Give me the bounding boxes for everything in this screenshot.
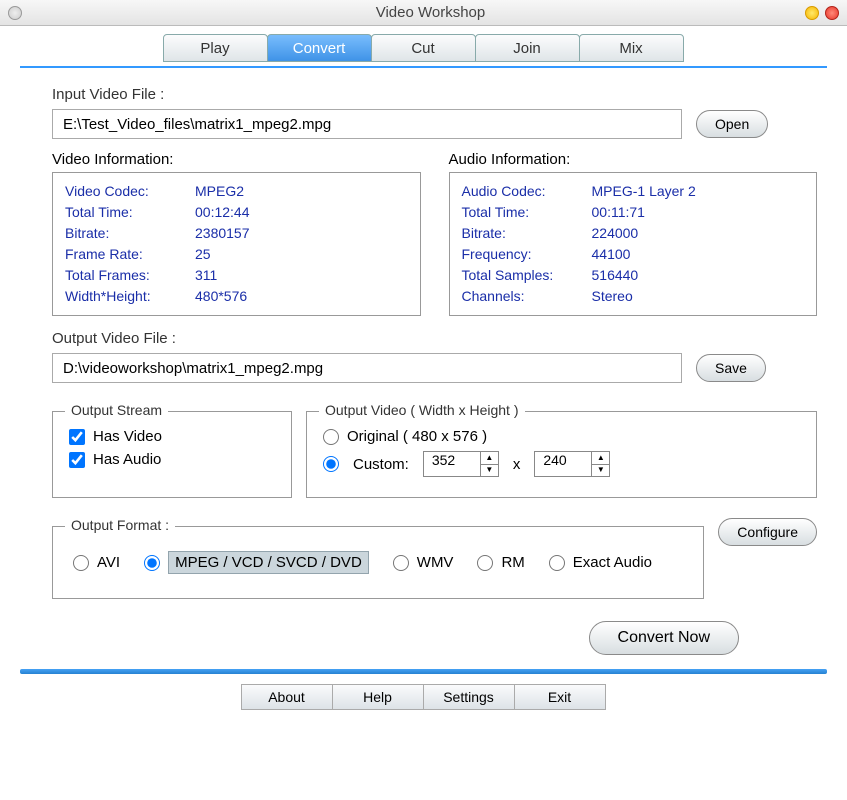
has-video-label: Has Video (93, 428, 162, 445)
vi-k2: Bitrate: (65, 223, 195, 244)
footer-buttons: About Help Settings Exit (0, 684, 847, 710)
video-info-title: Video Information: (52, 151, 421, 168)
has-video-checkbox[interactable]: Has Video (69, 428, 275, 445)
ai-v5: Stereo (592, 286, 633, 307)
vi-v2: 2380157 (195, 223, 250, 244)
width-down-icon[interactable]: ▼ (481, 465, 498, 477)
format-avi-label: AVI (97, 554, 120, 571)
vi-k5: Width*Height: (65, 286, 195, 307)
format-rm-radio[interactable]: RM (477, 554, 524, 571)
output-video-title: Output Video ( Width x Height ) (319, 402, 525, 418)
save-button[interactable]: Save (696, 354, 766, 382)
vi-v0: MPEG2 (195, 181, 244, 202)
has-audio-checkbox[interactable]: Has Audio (69, 451, 275, 468)
output-path-field[interactable] (52, 353, 682, 383)
format-mpeg-label: MPEG / VCD / SVCD / DVD (168, 551, 369, 574)
window-title: Video Workshop (22, 4, 839, 21)
ai-v1: 00:11:71 (592, 202, 645, 223)
vi-v3: 25 (195, 244, 211, 265)
output-stream-title: Output Stream (65, 402, 168, 418)
output-label: Output Video File : (52, 330, 817, 347)
audio-info-box: Audio Codec:MPEG-1 Layer 2 Total Time:00… (449, 172, 818, 316)
help-button[interactable]: Help (332, 684, 424, 710)
tab-mix[interactable]: Mix (579, 34, 684, 62)
ai-k1: Total Time: (462, 202, 592, 223)
titlebar: Video Workshop (0, 0, 847, 26)
output-format-group: Output Format : AVI MPEG / VCD / SVCD / … (52, 526, 704, 599)
ai-k2: Bitrate: (462, 223, 592, 244)
settings-button[interactable]: Settings (423, 684, 515, 710)
ai-v2: 224000 (592, 223, 639, 244)
size-original-label: Original ( 480 x 576 ) (347, 428, 487, 445)
vi-v4: 311 (195, 265, 217, 286)
about-button[interactable]: About (241, 684, 333, 710)
format-mpeg-radio[interactable]: MPEG / VCD / SVCD / DVD (144, 551, 369, 574)
format-wmv-label: WMV (417, 554, 454, 571)
convert-now-button[interactable]: Convert Now (589, 621, 739, 655)
video-info-box: Video Codec:MPEG2 Total Time:00:12:44 Bi… (52, 172, 421, 316)
ai-v3: 44100 (592, 244, 631, 265)
minimize-icon[interactable] (805, 6, 819, 20)
width-stepper[interactable]: ▲▼ (423, 451, 499, 477)
by-label: x (513, 456, 521, 473)
ai-k0: Audio Codec: (462, 181, 592, 202)
size-custom-label: Custom: (353, 456, 409, 473)
format-wmv-input[interactable] (393, 555, 409, 571)
zoom-icon[interactable] (825, 6, 839, 20)
tab-bar: Play Convert Cut Join Mix (0, 26, 847, 66)
has-video-input[interactable] (69, 429, 85, 445)
input-label: Input Video File : (52, 86, 817, 103)
output-stream-group: Output Stream Has Video Has Audio (52, 411, 292, 498)
ai-k4: Total Samples: (462, 265, 592, 286)
tab-join[interactable]: Join (475, 34, 580, 62)
size-original-radio[interactable]: Original ( 480 x 576 ) (323, 428, 800, 445)
format-rm-input[interactable] (477, 555, 493, 571)
input-path-field[interactable] (52, 109, 682, 139)
ai-v4: 516440 (592, 265, 639, 286)
ai-k3: Frequency: (462, 244, 592, 265)
width-up-icon[interactable]: ▲ (481, 452, 498, 465)
height-up-icon[interactable]: ▲ (592, 452, 609, 465)
close-icon[interactable] (8, 6, 22, 20)
height-field[interactable] (535, 452, 591, 468)
format-wmv-radio[interactable]: WMV (393, 554, 454, 571)
format-mpeg-input[interactable] (144, 555, 160, 571)
ai-k5: Channels: (462, 286, 592, 307)
height-down-icon[interactable]: ▼ (592, 465, 609, 477)
vi-k3: Frame Rate: (65, 244, 195, 265)
output-format-title: Output Format : (65, 517, 175, 533)
tab-play[interactable]: Play (163, 34, 268, 62)
vi-k1: Total Time: (65, 202, 195, 223)
exit-button[interactable]: Exit (514, 684, 606, 710)
format-exact-label: Exact Audio (573, 554, 652, 571)
format-rm-label: RM (501, 554, 524, 571)
format-exact-input[interactable] (549, 555, 565, 571)
format-exact-radio[interactable]: Exact Audio (549, 554, 652, 571)
vi-k4: Total Frames: (65, 265, 195, 286)
vi-k0: Video Codec: (65, 181, 195, 202)
size-original-input[interactable] (323, 429, 339, 445)
has-audio-input[interactable] (69, 452, 85, 468)
audio-info-title: Audio Information: (449, 151, 818, 168)
format-avi-radio[interactable]: AVI (73, 554, 120, 571)
vi-v5: 480*576 (195, 286, 247, 307)
format-avi-input[interactable] (73, 555, 89, 571)
open-button[interactable]: Open (696, 110, 768, 138)
ai-v0: MPEG-1 Layer 2 (592, 181, 696, 202)
output-video-group: Output Video ( Width x Height ) Original… (306, 411, 817, 498)
height-stepper[interactable]: ▲▼ (534, 451, 610, 477)
size-custom-input[interactable] (323, 456, 339, 472)
width-field[interactable] (424, 452, 480, 468)
vi-v1: 00:12:44 (195, 202, 250, 223)
tab-cut[interactable]: Cut (371, 34, 476, 62)
footer-divider (20, 669, 827, 674)
configure-button[interactable]: Configure (718, 518, 817, 546)
has-audio-label: Has Audio (93, 451, 161, 468)
tab-convert[interactable]: Convert (267, 34, 372, 62)
